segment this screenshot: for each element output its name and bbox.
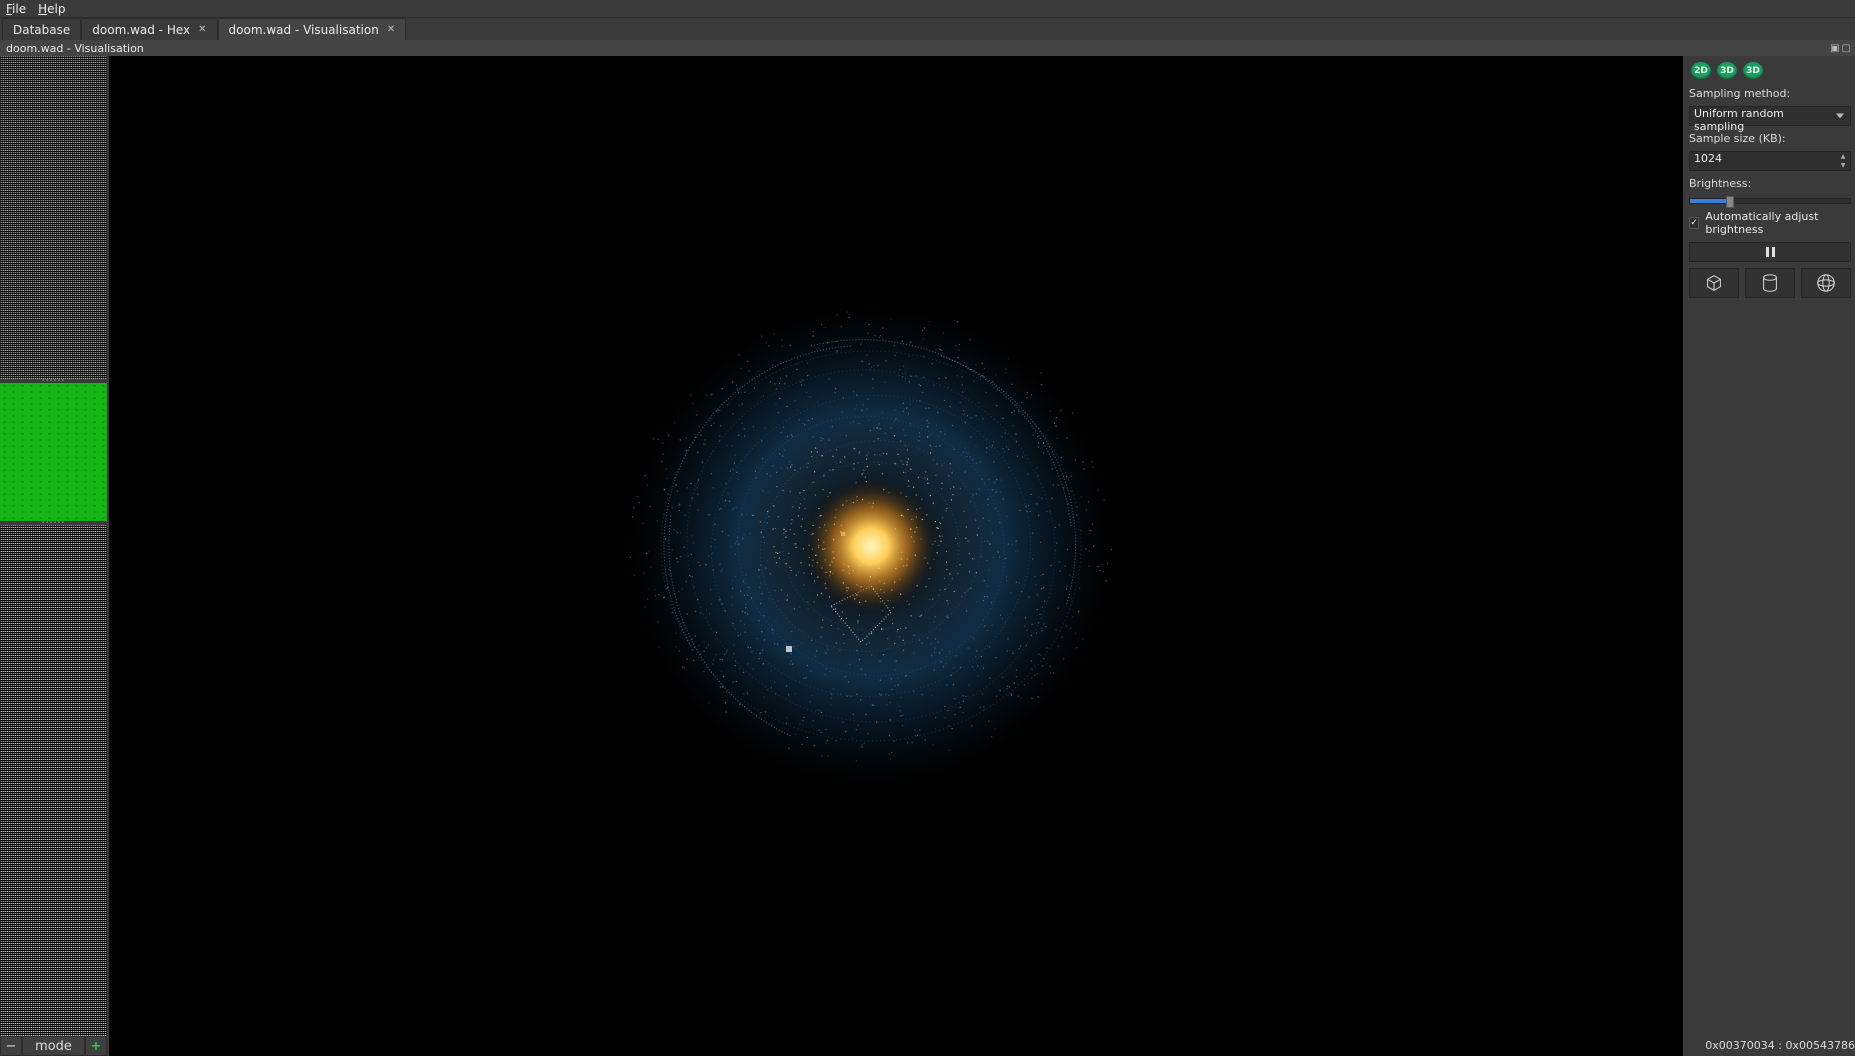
minimap-noise <box>0 56 107 379</box>
chevron-up-icon[interactable]: ▲ <box>1837 152 1849 161</box>
pause-icon <box>1766 247 1769 257</box>
zoom-in-button[interactable]: + <box>85 1036 107 1056</box>
menu-file[interactable]: File <box>6 2 26 16</box>
brightness-label: Brightness: <box>1689 177 1851 190</box>
app-root: File Help Database doom.wad - Hex ✕ doom… <box>0 0 1855 1056</box>
spin-buttons[interactable]: ▲▼ <box>1837 152 1849 170</box>
minimap-toolbar: − mode + <box>0 1036 107 1056</box>
zoom-out-button[interactable]: − <box>0 1036 22 1056</box>
tab-database-label: Database <box>13 23 70 37</box>
cylinder-icon <box>1759 272 1781 294</box>
tab-visualisation[interactable]: doom.wad - Visualisation ✕ <box>218 18 407 40</box>
minimap-strip[interactable]: •••••• •••••• <box>0 56 107 1036</box>
sample-size-value: 1024 <box>1694 152 1722 165</box>
content-row: •••••• •••••• − mode + <box>0 56 1855 1056</box>
shape-cylinder-button[interactable] <box>1745 268 1795 298</box>
auto-brightness-checkbox[interactable]: ✓ <box>1689 217 1699 229</box>
tab-visualisation-label: doom.wad - Visualisation <box>229 23 379 37</box>
tab-hex[interactable]: doom.wad - Hex ✕ <box>81 18 217 40</box>
address-range: 0x00370034 : 0x00543786 <box>1705 1039 1855 1052</box>
sphere-icon <box>1815 272 1837 294</box>
chevron-down-icon[interactable]: ▼ <box>1837 161 1849 170</box>
tab-database[interactable]: Database <box>2 18 81 40</box>
subtab-title-bar: doom.wad - Visualisation ▣ ▢ <box>0 40 1855 56</box>
close-icon[interactable]: ✕ <box>198 25 206 35</box>
sampling-method-label: Sampling method: <box>1689 87 1851 100</box>
maximize-icon[interactable]: ▢ <box>1842 43 1851 54</box>
visualisation-viewport[interactable] <box>109 56 1683 1056</box>
detach-icon[interactable]: ▣ <box>1830 43 1839 54</box>
mode-button-label: mode <box>35 1040 72 1053</box>
auto-brightness-label: Automatically adjust brightness <box>1705 210 1851 236</box>
brightness-slider-fill <box>1690 199 1730 203</box>
sampling-method-value: Uniform random sampling <box>1694 107 1784 133</box>
badge-2d[interactable]: 2D <box>1691 62 1711 79</box>
menu-file-rest: ile <box>12 2 26 16</box>
cube-icon <box>1703 272 1725 294</box>
dimension-badges: 2D 3D 3D <box>1689 62 1851 79</box>
menu-help[interactable]: Help <box>38 2 65 16</box>
pause-button[interactable] <box>1689 242 1851 262</box>
sample-size-label: Sample size (KB): <box>1689 132 1851 145</box>
point-cloud <box>621 296 1121 796</box>
tab-hex-label: doom.wad - Hex <box>92 23 190 37</box>
auto-brightness-row[interactable]: ✓ Automatically adjust brightness <box>1689 210 1851 236</box>
mode-button[interactable]: mode <box>22 1036 85 1056</box>
badge-3d[interactable]: 3D <box>1717 62 1737 79</box>
minimap-selection <box>0 383 107 520</box>
pause-icon <box>1772 247 1775 257</box>
minimap-noise <box>0 525 107 1036</box>
sampling-method-select[interactable]: Uniform random sampling <box>1689 106 1851 126</box>
close-icon[interactable]: ✕ <box>387 25 395 35</box>
brightness-slider[interactable] <box>1689 198 1851 204</box>
shape-cube-button[interactable] <box>1689 268 1739 298</box>
shape-buttons <box>1689 268 1851 298</box>
shape-sphere-button[interactable] <box>1801 268 1851 298</box>
sample-size-input[interactable]: 1024 ▲▼ <box>1689 151 1851 171</box>
menubar: File Help <box>0 0 1855 18</box>
badge-3d-alt[interactable]: 3D <box>1743 62 1763 79</box>
brightness-slider-knob[interactable] <box>1726 196 1734 208</box>
tabbar: Database doom.wad - Hex ✕ doom.wad - Vis… <box>0 18 1855 40</box>
menu-help-rest: elp <box>47 2 65 16</box>
subtab-title: doom.wad - Visualisation <box>6 42 144 55</box>
side-panel: 2D 3D 3D Sampling method: Uniform random… <box>1685 56 1855 1056</box>
minimap-column: •••••• •••••• − mode + <box>0 56 107 1056</box>
